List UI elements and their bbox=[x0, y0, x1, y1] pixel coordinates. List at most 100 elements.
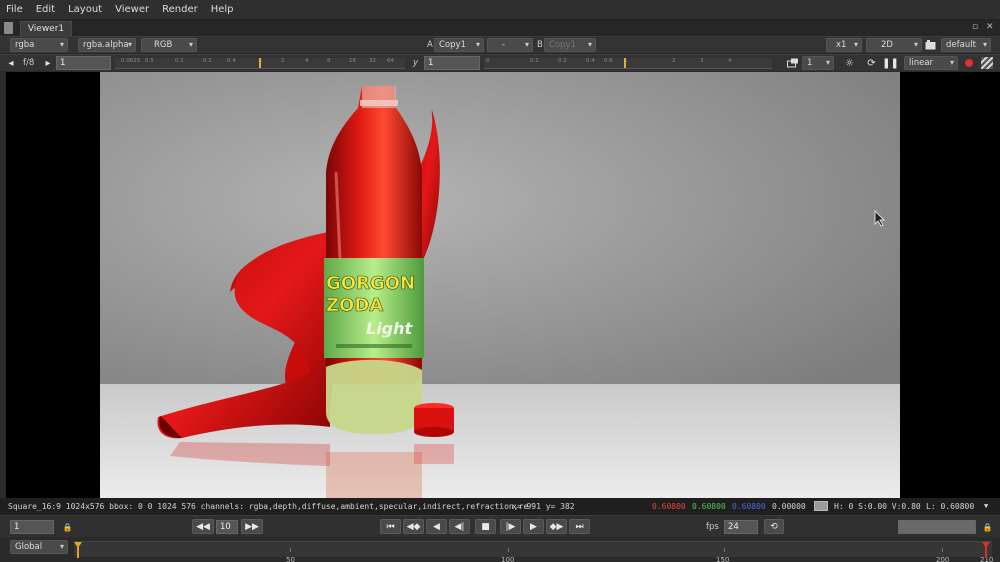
gain-slider[interactable]: 0.0625 0.5 0.1 0.2 0.4 1 2 4 8 16 32 64 bbox=[115, 58, 405, 69]
gain-slider-knob[interactable] bbox=[259, 58, 261, 68]
clip-warning-icon[interactable]: ☼ bbox=[842, 56, 857, 70]
timeline-major-tick bbox=[508, 548, 509, 552]
menu-help[interactable]: Help bbox=[211, 4, 234, 15]
playback-range-field[interactable] bbox=[898, 520, 976, 534]
stop-button[interactable]: ■ bbox=[475, 519, 496, 534]
rendered-image[interactable]: GORGON ZODA Light bbox=[100, 72, 900, 498]
display-style-dropdown[interactable]: RGB bbox=[141, 38, 197, 52]
gamma-tick: 0.4 bbox=[586, 58, 595, 64]
gain-tick: 8 bbox=[327, 58, 331, 64]
pixel-b-value: 0.60800 bbox=[732, 502, 766, 511]
float-panel-icon[interactable]: ▫ bbox=[972, 22, 978, 32]
pixel-r-value: 0.60800 bbox=[652, 502, 686, 511]
gamma-tick: 0.2 bbox=[558, 58, 567, 64]
gamma-tick: 3 bbox=[700, 58, 704, 64]
gain-tick: 2 bbox=[281, 58, 285, 64]
next-keyframe-button[interactable]: ◆▶ bbox=[546, 519, 567, 534]
channels-dropdown[interactable]: rgba bbox=[10, 38, 68, 52]
input-b-label: B bbox=[537, 40, 543, 50]
gamma-label: y bbox=[413, 58, 419, 68]
play-forward-button[interactable]: |▶ bbox=[500, 519, 521, 534]
view-mode-dropdown[interactable]: 2D bbox=[866, 38, 922, 52]
timeline-label: 50 bbox=[286, 556, 295, 562]
lut-dropdown[interactable]: default bbox=[941, 38, 991, 52]
menu-layout[interactable]: Layout bbox=[68, 4, 102, 15]
lock-icon[interactable]: 🔒 bbox=[60, 520, 75, 534]
pixel-color-swatch bbox=[814, 501, 828, 511]
timeline: Global 50 100 150 200 210 bbox=[0, 537, 1000, 562]
next-frame-button[interactable]: ▶ bbox=[523, 519, 544, 534]
gain-tick: 0.2 bbox=[203, 58, 212, 64]
fps-field[interactable]: 24 bbox=[724, 520, 758, 534]
refresh-icon[interactable]: ⟳ bbox=[864, 56, 879, 70]
pixel-a-value: 0.00000 bbox=[772, 502, 806, 511]
wipe-icon[interactable] bbox=[979, 56, 994, 70]
menu-viewer[interactable]: Viewer bbox=[115, 4, 149, 15]
gain-tick: 0.5 bbox=[145, 58, 154, 64]
input-a-dropdown[interactable]: Copy1 bbox=[434, 38, 484, 52]
fstop-prev-icon[interactable]: ◂ bbox=[6, 56, 16, 70]
gain-tick: 0.1 bbox=[175, 58, 184, 64]
label-line2: ZODA bbox=[326, 295, 383, 316]
proxy-icon[interactable] bbox=[785, 56, 800, 70]
timeline-label: 150 bbox=[716, 556, 730, 562]
gamma-slider[interactable]: 0 0.1 0.2 0.4 0.6 1 2 3 4 bbox=[484, 58, 772, 69]
gamma-tick: 4 bbox=[728, 58, 732, 64]
luminance-readout: L: 0.60800 bbox=[926, 502, 975, 511]
menu-render[interactable]: Render bbox=[162, 4, 198, 15]
range-lock-icon[interactable]: 🔒 bbox=[980, 520, 995, 534]
previous-frame-button[interactable]: ◀ bbox=[426, 519, 447, 534]
label-line1: GORGON bbox=[326, 273, 415, 294]
gain-tick: 0.4 bbox=[227, 58, 236, 64]
fps-label: fps bbox=[706, 522, 719, 532]
menu-edit[interactable]: Edit bbox=[36, 4, 55, 15]
pixel-info-bar: Square_16:9 1024x576 bbox: 0 0 1024 576 … bbox=[0, 498, 1000, 515]
loop-mode-button[interactable]: ⟲ bbox=[764, 519, 784, 534]
fstop-next-icon[interactable]: ▸ bbox=[43, 56, 53, 70]
compare-op-dropdown[interactable]: - bbox=[487, 38, 533, 52]
current-frame-field[interactable]: 1 bbox=[10, 520, 54, 534]
timeline-track[interactable]: 50 100 150 200 210 bbox=[74, 541, 993, 562]
pause-icon[interactable]: ❚❚ bbox=[882, 56, 899, 70]
timeline-major-tick bbox=[942, 548, 943, 552]
previous-keyframe-button[interactable]: ◀◆ bbox=[403, 519, 424, 534]
skip-back-increment-button[interactable]: ◀◀ bbox=[192, 519, 214, 534]
mouse-cursor-icon bbox=[874, 209, 886, 230]
menu-bar: File Edit Layout Viewer Render Help bbox=[0, 0, 1000, 20]
input-b-dropdown[interactable]: Copy1 bbox=[544, 38, 596, 52]
playhead[interactable] bbox=[74, 542, 82, 558]
label-line3: Light bbox=[366, 319, 414, 338]
format-info: Square_16:9 1024x576 bbox: 0 0 1024 576 … bbox=[8, 502, 529, 511]
gain-field[interactable]: 1 bbox=[56, 56, 111, 70]
panel-grip-icon[interactable] bbox=[4, 22, 13, 34]
timeline-label: 200 bbox=[936, 556, 950, 562]
tab-viewer1[interactable]: Viewer1 bbox=[20, 21, 72, 36]
input-a-label: A bbox=[427, 40, 433, 50]
viewer-toolbar-top: rgba rgba.alpha RGB A Copy1 - B Copy1 x1… bbox=[0, 36, 1000, 53]
info-menu-icon[interactable]: ▼ bbox=[984, 502, 988, 510]
proxy-dropdown[interactable]: 1 bbox=[802, 56, 834, 70]
skip-forward-increment-button[interactable]: ▶▶ bbox=[241, 519, 263, 534]
gamma-field[interactable]: 1 bbox=[424, 56, 480, 70]
viewer-settings-icon[interactable] bbox=[923, 38, 938, 52]
last-frame-button[interactable]: ⏭ bbox=[569, 519, 590, 534]
gain-tick: 4 bbox=[305, 58, 309, 64]
close-panel-icon[interactable]: ✕ bbox=[986, 22, 994, 32]
menu-file[interactable]: File bbox=[6, 4, 23, 15]
increment-field[interactable]: 10 bbox=[216, 520, 238, 534]
gamma-tick: 2 bbox=[672, 58, 676, 64]
gamma-slider-knob[interactable] bbox=[624, 58, 626, 68]
play-backward-button[interactable]: ◀| bbox=[449, 519, 470, 534]
roi-icon[interactable] bbox=[961, 56, 976, 70]
timeline-major-tick bbox=[290, 548, 291, 552]
timeline-range-dropdown[interactable]: Global bbox=[10, 540, 68, 554]
gain-tick: 64 bbox=[387, 58, 394, 64]
first-frame-button[interactable]: ⏮ bbox=[380, 519, 401, 534]
zoom-dropdown[interactable]: x1 bbox=[826, 38, 862, 52]
alpha-channel-dropdown[interactable]: rgba.alpha bbox=[78, 38, 136, 52]
gamma-tick: 0.6 bbox=[604, 58, 613, 64]
filter-dropdown[interactable]: linear bbox=[904, 56, 958, 70]
viewer-left-edge bbox=[0, 72, 6, 498]
tab-bar: Viewer1 ▫ ✕ bbox=[0, 20, 1000, 36]
out-point-marker[interactable] bbox=[982, 542, 990, 558]
